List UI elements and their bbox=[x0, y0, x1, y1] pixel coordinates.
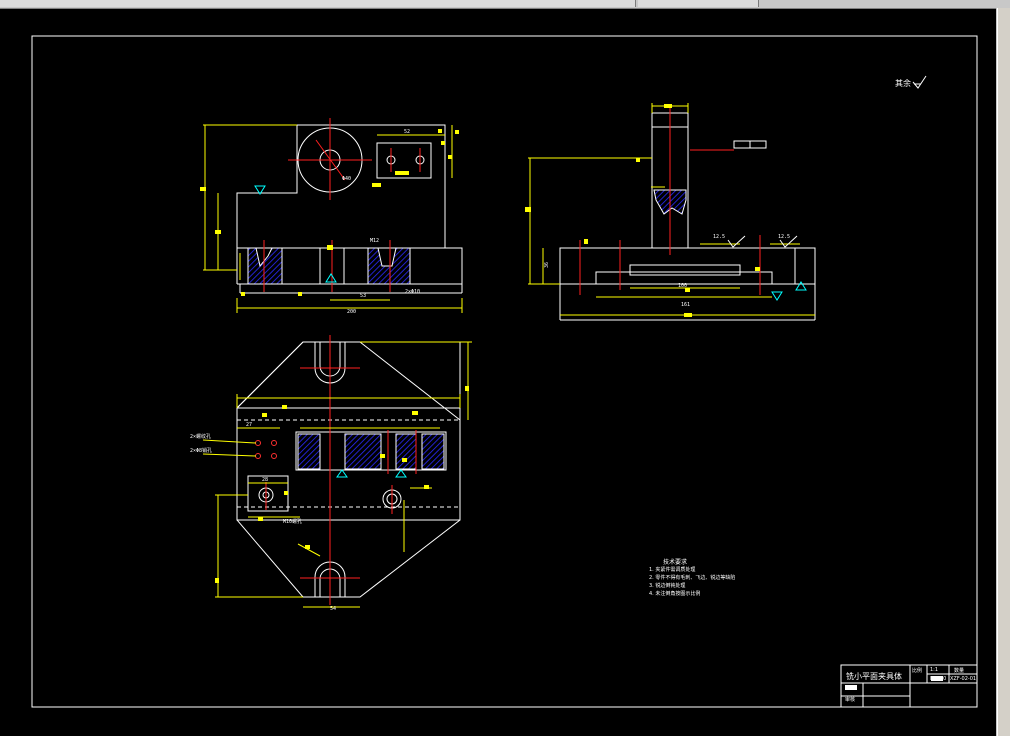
side-ra-a: 12.5 bbox=[713, 234, 725, 240]
toolbar-cell[interactable] bbox=[20, 0, 171, 7]
top-callout-b: 2×Φ8销孔 bbox=[190, 447, 212, 454]
side-dim-100: 100 bbox=[678, 283, 687, 289]
front-dim-m12: M12 bbox=[370, 238, 379, 244]
toolbar-cell[interactable] bbox=[170, 0, 336, 7]
title-block-material: HT200 bbox=[930, 676, 947, 682]
front-dimensions bbox=[200, 124, 463, 313]
top-dim-27: 27 bbox=[246, 422, 252, 428]
front-view bbox=[236, 124, 463, 294]
drawing-border bbox=[31, 35, 978, 708]
title-block-reviewer: 审核 bbox=[845, 697, 856, 703]
top-dim-54: 54 bbox=[330, 606, 336, 612]
title-block-qty-label: 数量 bbox=[954, 668, 965, 674]
toolbar-cell[interactable] bbox=[0, 0, 21, 7]
top-dim-28: 28 bbox=[262, 477, 268, 483]
toolbar-cell[interactable] bbox=[638, 0, 759, 7]
drawing-canvas[interactable]: 200 52 Φ40 53 M12 2×Φ10 100 161 36 12.5 … bbox=[0, 9, 996, 736]
front-dim-phi40: Φ40 bbox=[342, 176, 351, 182]
vertical-scrollbar[interactable] bbox=[996, 8, 1010, 736]
front-dim-52: 52 bbox=[404, 129, 410, 135]
tech-note-line: 4. 未注倒角按图示比例 bbox=[649, 591, 701, 597]
toolbar-strip bbox=[0, 0, 1010, 9]
roughness-check-icon bbox=[912, 75, 927, 89]
tech-note-line: 3. 锐边倒钝处理 bbox=[649, 583, 686, 589]
front-dim-53: 53 bbox=[360, 293, 366, 299]
surface-finish-label: 其余 bbox=[895, 79, 911, 88]
title-block-fill bbox=[845, 685, 857, 690]
scrollbar-thumb[interactable] bbox=[997, 8, 1010, 736]
top-dimensions bbox=[202, 341, 472, 608]
cad-drawing: 200 52 Φ40 53 M12 2×Φ10 100 161 36 12.5 … bbox=[31, 35, 978, 708]
top-hatch bbox=[297, 433, 445, 470]
title-block-drawing-no: XZF-02-01 bbox=[950, 676, 977, 682]
side-dim-36: 36 bbox=[544, 262, 550, 268]
top-callout-m10: M10螺孔 bbox=[283, 518, 302, 525]
title-block-name: 铣小平面夹具体 bbox=[846, 672, 902, 681]
toolbar-cell[interactable] bbox=[500, 0, 636, 7]
side-centerlines bbox=[579, 105, 761, 295]
front-dim-200: 200 bbox=[347, 309, 356, 315]
tech-note-line: 1. 夹紧件需调质处理 bbox=[649, 567, 696, 573]
side-dim-161: 161 bbox=[681, 302, 690, 308]
title-block-scale-label: 比例 bbox=[912, 668, 923, 674]
title-block-scale-value: 1:1 bbox=[930, 667, 939, 673]
tech-notes-title: 技术要求 bbox=[663, 559, 688, 566]
front-dim-hole: 2×Φ10 bbox=[405, 289, 420, 295]
tech-note-line: 2. 零件不得有毛刺、飞边、锐边等缺陷 bbox=[649, 575, 736, 581]
top-callout-a: 2×螺纹孔 bbox=[190, 433, 211, 440]
side-ra-b: 12.5 bbox=[778, 234, 790, 240]
toolbar-cell[interactable] bbox=[335, 0, 501, 7]
